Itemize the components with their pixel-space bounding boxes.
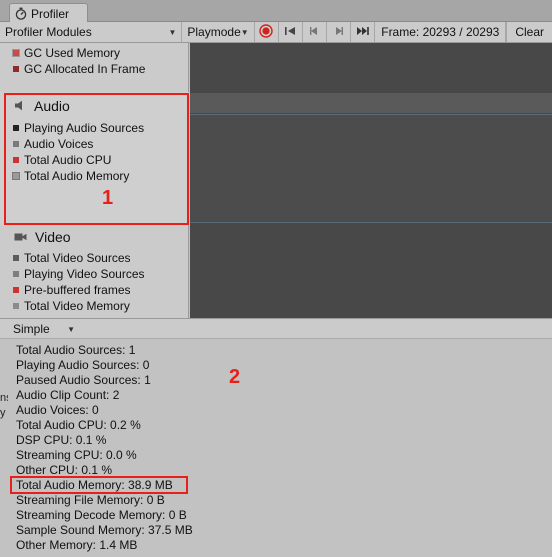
- last-frame-button[interactable]: [351, 22, 376, 42]
- chevron-down-icon: ▼: [67, 324, 75, 334]
- previous-frame-button[interactable]: [303, 22, 328, 42]
- stat-sample-sound-memory: Sample Sound Memory: 37.5 MB: [16, 523, 193, 537]
- module-item-gc-used-memory[interactable]: GC Used Memory: [12, 46, 121, 60]
- module-item-label: Pre-buffered frames: [24, 283, 131, 297]
- annotation-number-2: 2: [229, 366, 241, 388]
- playmode-dropdown[interactable]: Playmode ▼: [182, 22, 255, 42]
- view-mode-label: Simple: [13, 322, 50, 336]
- series-color-swatch: [13, 66, 19, 72]
- frame-counter: Frame: 20293 / 20293: [375, 22, 507, 42]
- first-frame-button[interactable]: [279, 22, 303, 42]
- memory-chart-lane[interactable]: [190, 43, 552, 93]
- module-item-label: Total Video Memory: [24, 299, 130, 313]
- series-color-swatch: [13, 255, 19, 261]
- annotation-box-1: [4, 93, 189, 225]
- stat-streaming-cpu: Streaming CPU: 0.0 %: [16, 448, 137, 462]
- stat-other-memory: Other Memory: 1.4 MB: [16, 538, 138, 552]
- details-toolbar: Simple ▼: [0, 318, 552, 339]
- window-tab-bar: Profiler: [0, 0, 552, 23]
- frame-counter-text: Frame: 20293 / 20293: [381, 25, 500, 39]
- playmode-label: Playmode: [187, 25, 241, 39]
- module-item-total-video-sources[interactable]: Total Video Sources: [13, 251, 131, 265]
- video-camera-icon: [14, 229, 27, 245]
- annotation-number-1: 1: [102, 187, 114, 209]
- profiler-modules-label: Profiler Modules: [5, 25, 92, 39]
- audio-chart-header-strip: [190, 93, 552, 113]
- video-module-title: Video: [35, 229, 71, 245]
- stat-dsp-cpu: DSP CPU: 0.1 %: [16, 433, 107, 447]
- clear-button-label: Clear: [515, 25, 544, 39]
- stat-audio-voices: Audio Voices: 0: [16, 403, 99, 417]
- audio-chart-lane[interactable]: [190, 115, 552, 221]
- profiler-icon: [14, 7, 28, 21]
- stat-playing-audio-sources: Playing Audio Sources: 0: [16, 358, 150, 372]
- module-item-pre-buffered-frames[interactable]: Pre-buffered frames: [13, 283, 131, 297]
- module-item-playing-video-sources[interactable]: Playing Video Sources: [13, 267, 145, 281]
- next-frame-button[interactable]: [327, 22, 352, 42]
- stat-total-audio-sources: Total Audio Sources: 1: [16, 343, 136, 357]
- stat-total-audio-cpu: Total Audio CPU: 0.2 %: [16, 418, 141, 432]
- video-module-header[interactable]: Video: [14, 229, 71, 245]
- profiler-tab-label: Profiler: [31, 6, 70, 21]
- module-item-label: Total Video Sources: [24, 251, 131, 265]
- module-item-total-video-memory[interactable]: Total Video Memory: [13, 299, 130, 313]
- series-color-swatch: [13, 287, 19, 293]
- module-item-label: GC Allocated In Frame: [24, 62, 146, 76]
- stat-paused-audio-sources: Paused Audio Sources: 1: [16, 373, 151, 387]
- view-mode-dropdown[interactable]: Simple ▼: [7, 320, 81, 338]
- step-forward-icon: [333, 25, 345, 39]
- record-icon: [259, 23, 273, 41]
- module-item-label: Playing Video Sources: [24, 267, 145, 281]
- record-button[interactable]: [255, 22, 279, 42]
- module-item-label: GC Used Memory: [24, 46, 121, 60]
- video-chart-lane[interactable]: [190, 223, 552, 318]
- chevron-down-icon: ▼: [168, 27, 177, 37]
- module-item-gc-allocated[interactable]: GC Allocated In Frame: [13, 62, 145, 76]
- profiler-tab[interactable]: Profiler: [9, 3, 88, 23]
- stat-streaming-decode-memory: Streaming Decode Memory: 0 B: [16, 508, 187, 522]
- profiler-chart-area[interactable]: [190, 43, 552, 318]
- skip-forward-icon: [356, 25, 370, 39]
- clear-button[interactable]: Clear: [506, 22, 552, 42]
- skip-back-icon: [284, 25, 296, 39]
- clipped-panel-text: ns: [0, 392, 8, 404]
- stat-other-cpu: Other CPU: 0.1 %: [16, 463, 113, 477]
- chevron-down-icon: ▼: [240, 27, 249, 37]
- clipped-panel-text: y: [0, 407, 6, 419]
- stat-audio-clip-count: Audio Clip Count: 2: [16, 388, 120, 402]
- series-color-swatch: [13, 303, 19, 309]
- profiler-modules-dropdown[interactable]: Profiler Modules ▼: [0, 22, 183, 42]
- stat-streaming-file-memory: Streaming File Memory: 0 B: [16, 493, 165, 507]
- annotation-box-total-audio-memory: [10, 476, 188, 494]
- audio-details-panel: ns y Total Audio Sources: 1 Playing Audi…: [0, 340, 552, 557]
- series-color-swatch: [13, 271, 19, 277]
- series-color-swatch: [12, 49, 20, 57]
- profiler-toolbar: Profiler Modules ▼ Playmode ▼ Frame: 202…: [0, 22, 552, 43]
- step-back-icon: [308, 25, 320, 39]
